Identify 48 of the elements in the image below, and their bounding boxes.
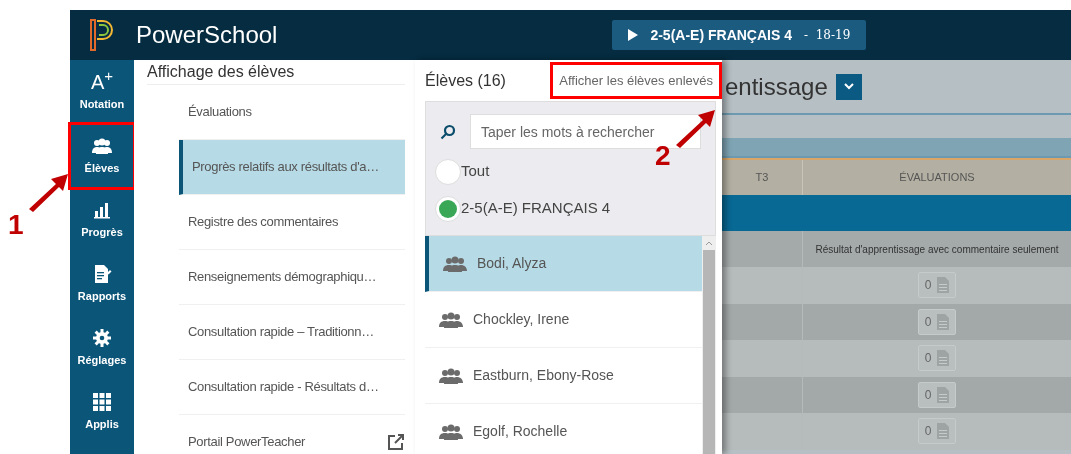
view-item[interactable]: Registre des commentaires bbox=[179, 195, 405, 250]
sidebar-item[interactable]: A$^{+}$ Notation bbox=[70, 60, 134, 124]
document-icon bbox=[937, 277, 950, 294]
page-title: entissage bbox=[725, 71, 828, 102]
radio-button[interactable] bbox=[435, 195, 461, 222]
app-title: PowerSchool bbox=[136, 20, 278, 50]
chevron-down-icon bbox=[843, 83, 854, 90]
document-icon bbox=[937, 423, 950, 440]
document-icon bbox=[937, 350, 950, 367]
panel-title: Affichage des élèves bbox=[147, 60, 405, 85]
callout-number: 1 bbox=[8, 208, 24, 242]
settings-icon bbox=[92, 327, 112, 348]
play-icon bbox=[628, 29, 639, 41]
view-item[interactable]: Progrès relatifs aux résultats d'a… bbox=[179, 140, 405, 195]
dropdown-button[interactable] bbox=[835, 73, 862, 100]
scroll-up-icon bbox=[705, 240, 713, 246]
view-item[interactable]: Renseignements démographiqu… bbox=[179, 250, 405, 305]
table-cell-text: Résultat d'apprentissage avec commentaire seulement bbox=[814, 242, 1060, 257]
people-icon bbox=[439, 422, 463, 441]
student-row[interactable]: Eastburn, Ebony-Rose bbox=[425, 348, 702, 404]
sidebar-item[interactable]: Réglages bbox=[70, 316, 134, 380]
view-item[interactable]: Consultation rapide - Résultats d… bbox=[179, 360, 405, 415]
view-item[interactable]: Consultation rapide – Traditionn… bbox=[179, 305, 405, 360]
grid-icon bbox=[92, 391, 112, 412]
filter-radio[interactable]: 2-5(A-E) FRANÇAIS 4 bbox=[435, 194, 715, 223]
student-row[interactable]: Chockley, Irene bbox=[425, 292, 702, 348]
people-icon bbox=[443, 254, 467, 273]
column-header: ÉVALUATIONS bbox=[898, 170, 976, 186]
grade-icon: A$^{+}$ bbox=[90, 71, 114, 92]
document-icon bbox=[937, 313, 950, 330]
people-icon bbox=[439, 366, 463, 385]
sidebar-item[interactable]: Rapports bbox=[70, 252, 134, 316]
class-selector-button[interactable]: 2-5(A-E) FRANÇAIS 4 - 18-19 bbox=[612, 20, 867, 50]
document-icon bbox=[937, 386, 950, 403]
sidebar-item[interactable]: Applis bbox=[70, 380, 134, 444]
search-icon bbox=[440, 123, 456, 140]
student-row[interactable]: Bodi, Alyza bbox=[425, 236, 702, 292]
sidebar-item[interactable]: Élèves bbox=[70, 124, 134, 188]
document-pen-icon bbox=[92, 263, 112, 284]
sidebar-item[interactable]: Progrès bbox=[70, 188, 134, 252]
scrollbar-thumb[interactable] bbox=[703, 250, 715, 454]
show-removed-students-link[interactable]: Afficher les élèves enlevés bbox=[550, 61, 722, 100]
radio-button[interactable] bbox=[435, 158, 461, 185]
panel-title: Élèves (16) bbox=[425, 70, 506, 91]
logo-icon bbox=[88, 18, 116, 52]
view-item[interactable]: Portail PowerTeacher bbox=[179, 415, 405, 454]
external-link-icon bbox=[387, 433, 405, 451]
people-icon bbox=[439, 310, 463, 329]
